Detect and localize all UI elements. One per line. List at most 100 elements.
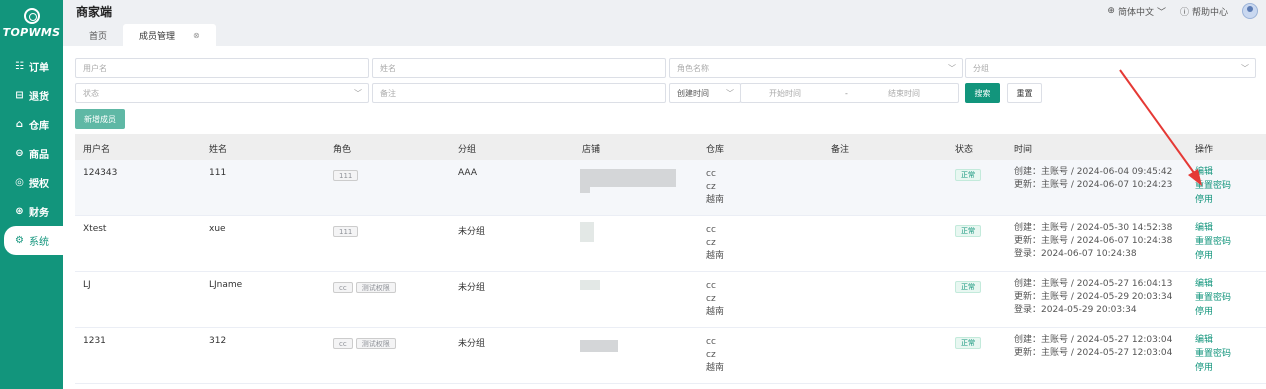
reset-password-link[interactable]: 重置密码: [1195, 179, 1231, 193]
edit-link[interactable]: 编辑: [1195, 221, 1231, 235]
edit-link[interactable]: 编辑: [1195, 165, 1231, 179]
role-select[interactable]: 角色名称 ﹀: [669, 58, 963, 78]
search-button[interactable]: 搜索: [965, 83, 1000, 103]
disable-link[interactable]: 停用: [1195, 361, 1231, 375]
date-separator: -: [845, 88, 848, 98]
add-member-button[interactable]: 新增成员: [75, 109, 125, 129]
role-tag: 测试权限: [355, 338, 396, 349]
app-title: 商家端: [76, 4, 113, 19]
goods-icon: ⊖: [15, 148, 24, 159]
column-header-group: 分组: [458, 145, 477, 155]
warehouse-item: 越南: [706, 307, 725, 317]
column-header-role: 角色: [333, 145, 352, 155]
search-button-label: 搜索: [974, 88, 991, 98]
cell-name: xue: [209, 224, 226, 234]
time-type-select[interactable]: 创建时间 ﹀: [669, 83, 741, 103]
column-header-remark: 备注: [831, 145, 850, 155]
sidebar-item-auth[interactable]: ◎ 授权: [0, 168, 63, 197]
tab-member-management[interactable]: 成员管理 ⊗: [123, 24, 216, 46]
store-redacted: [580, 280, 600, 290]
logo-icon: [23, 7, 40, 24]
cell-actions: 编辑 重置密码 停用: [1195, 221, 1231, 263]
remark-placeholder: 备注: [380, 88, 396, 98]
cell-status: 正常: [955, 225, 981, 237]
top-bar: 商家端 ⊕ 简体中文 ﹀ ⓘ 帮助中心: [63, 0, 1266, 22]
time-updated: 更新：主账号 / 2024-05-29 20:03:34: [1014, 292, 1173, 302]
time-updated: 更新：主账号 / 2024-05-27 12:03:04: [1014, 348, 1173, 358]
role-tag: cc: [333, 338, 353, 349]
column-header-warehouse: 仓库: [706, 145, 725, 155]
time-type-label: 创建时间: [677, 88, 709, 98]
finance-icon: ⊛: [15, 206, 24, 217]
disable-link[interactable]: 停用: [1195, 305, 1231, 319]
column-header-name: 姓名: [209, 145, 228, 155]
sidebar-item-label: 授权: [29, 179, 49, 190]
add-member-label: 新增成员: [84, 114, 116, 124]
help-center-link[interactable]: ⓘ 帮助中心: [1180, 5, 1228, 18]
status-badge: 正常: [955, 169, 981, 181]
tab-home[interactable]: 首页: [73, 24, 123, 46]
reset-button[interactable]: 重置: [1007, 83, 1042, 103]
warehouse-item: 越南: [706, 251, 725, 261]
edit-link[interactable]: 编辑: [1195, 277, 1231, 291]
sidebar-item-system[interactable]: ⚙ 系统: [4, 226, 63, 255]
warehouse-item: cz: [706, 350, 716, 360]
role-tag: 111: [333, 170, 359, 181]
column-header-status: 状态: [955, 145, 974, 155]
cell-time: 创建：主账号 / 2024-05-27 16:04:13 更新：主账号 / 20…: [1014, 278, 1172, 317]
sidebar-item-order[interactable]: ☷ 订单: [0, 52, 63, 81]
sidebar-item-label: 仓库: [29, 121, 49, 132]
disable-link[interactable]: 停用: [1195, 249, 1231, 263]
auth-icon: ◎: [15, 177, 24, 188]
cell-warehouse: cc cz 越南: [706, 336, 724, 375]
end-date-placeholder: 结束时间: [888, 88, 920, 98]
cell-username: LJ: [83, 280, 91, 290]
avatar[interactable]: [1242, 3, 1258, 19]
cell-group: 未分组: [458, 283, 486, 293]
disable-link[interactable]: 停用: [1195, 193, 1231, 207]
date-range-picker[interactable]: 开始时间 - 结束时间: [740, 83, 959, 103]
cell-role: cc 测试权限: [333, 338, 399, 349]
close-icon[interactable]: ⊗: [193, 31, 200, 40]
warehouse-item: cz: [706, 294, 716, 304]
tab-label: 成员管理: [139, 31, 176, 42]
role-placeholder: 角色名称: [677, 63, 709, 73]
tab-label: 首页: [89, 31, 108, 42]
sidebar-item-label: 退货: [29, 92, 49, 103]
chevron-down-icon: ﹀: [948, 64, 956, 73]
group-select[interactable]: 分组 ﹀: [965, 58, 1256, 78]
sidebar-item-label: 财务: [29, 208, 49, 219]
reset-password-link[interactable]: 重置密码: [1195, 235, 1231, 249]
status-select[interactable]: 状态 ﹀: [75, 83, 369, 103]
cell-actions: 编辑 重置密码 停用: [1195, 277, 1231, 319]
status-badge: 正常: [955, 225, 981, 237]
time-created: 创建：主账号 / 2024-05-27 16:04:13: [1014, 279, 1173, 289]
sidebar-item-finance[interactable]: ⊛ 财务: [0, 197, 63, 226]
main-content: 用户名 姓名 角色名称 ﹀ 分组 ﹀ 状态 ﹀ 备注 创建时间 ﹀ 开始时间 - 结束时…: [63, 46, 1266, 389]
reset-password-link[interactable]: 重置密码: [1195, 291, 1231, 305]
cell-role: 111: [333, 170, 361, 181]
sidebar-item-label: 商品: [29, 150, 49, 161]
warehouse-item: 越南: [706, 363, 725, 373]
warehouse-item: cc: [706, 337, 716, 347]
time-login: 登录：2024-06-07 10:24:38: [1014, 249, 1137, 259]
sidebar-item-return[interactable]: ⊟ 退货: [0, 81, 63, 110]
logo: TOPWMS: [0, 0, 63, 46]
logo-text: TOPWMS: [2, 25, 61, 39]
globe-icon: ⊕: [1107, 6, 1115, 16]
sidebar-item-label: 订单: [29, 63, 49, 74]
username-input[interactable]: 用户名: [75, 58, 369, 78]
language-switch[interactable]: ⊕ 简体中文 ﹀: [1107, 5, 1166, 18]
remark-input[interactable]: 备注: [372, 83, 666, 103]
reset-password-link[interactable]: 重置密码: [1195, 347, 1231, 361]
status-badge: 正常: [955, 281, 981, 293]
sidebar-item-warehouse[interactable]: ⌂ 仓库: [0, 110, 63, 139]
cell-time: 创建：主账号 / 2024-05-30 14:52:38 更新：主账号 / 20…: [1014, 222, 1172, 261]
column-header-time: 时间: [1014, 145, 1033, 155]
warehouse-item: cc: [706, 225, 716, 235]
table-row: Xtest xue 111 未分组 cc cz 越南 正常 创建：主账号 / 2…: [75, 216, 1266, 272]
sidebar-item-goods[interactable]: ⊖ 商品: [0, 139, 63, 168]
name-input[interactable]: 姓名: [372, 58, 666, 78]
time-created: 创建：主账号 / 2024-06-04 09:45:42: [1014, 167, 1173, 177]
edit-link[interactable]: 编辑: [1195, 333, 1231, 347]
